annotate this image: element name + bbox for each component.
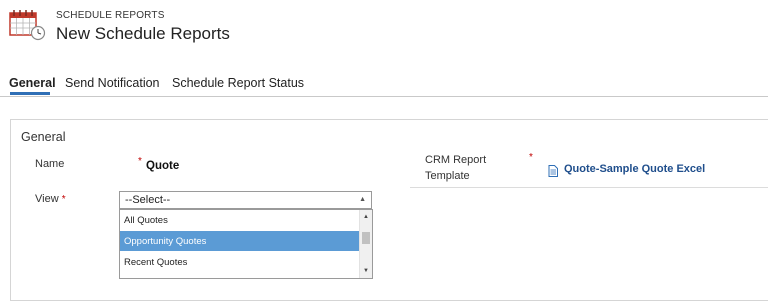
view-select-value: --Select--: [125, 194, 171, 206]
tab-bar: General Send Notification Schedule Repor…: [0, 74, 768, 97]
name-required-marker: *: [138, 156, 142, 167]
scroll-up-icon[interactable]: ▲: [360, 212, 372, 222]
view-select[interactable]: --Select-- ▲: [119, 191, 372, 209]
section-title: General: [21, 130, 66, 144]
scrollbar-thumb[interactable]: [362, 232, 370, 244]
page-title: New Schedule Reports: [56, 24, 230, 43]
name-label: Name: [35, 158, 65, 170]
tab-schedule-report-status[interactable]: Schedule Report Status: [172, 76, 304, 90]
option-recent-quotes[interactable]: Recent Quotes: [120, 252, 361, 272]
chevron-up-icon: ▲: [359, 196, 366, 203]
scroll-down-icon[interactable]: ▼: [360, 266, 372, 276]
view-options-list[interactable]: All Quotes Opportunity Quotes Recent Quo…: [119, 209, 373, 279]
template-label-line1: CRM Report: [425, 154, 487, 166]
list-scrollbar[interactable]: ▲ ▼: [359, 210, 372, 278]
tab-send-notification[interactable]: Send Notification: [65, 76, 160, 90]
active-tab-indicator: [10, 92, 50, 95]
option-all-quotes[interactable]: All Quotes: [120, 210, 361, 230]
option-opportunity-quotes[interactable]: Opportunity Quotes: [120, 231, 361, 251]
document-icon: [548, 164, 558, 177]
view-label: View *: [35, 193, 66, 205]
template-label-line2: Template: [425, 170, 470, 182]
view-required-marker: *: [61, 194, 66, 205]
template-lookup-link[interactable]: Quote-Sample Quote Excel: [564, 163, 705, 175]
name-field[interactable]: Quote: [146, 160, 179, 172]
entity-type-label: SCHEDULE REPORTS: [56, 10, 165, 21]
tab-general[interactable]: General: [9, 76, 56, 90]
calendar-report-icon: [9, 9, 46, 41]
template-required-marker: *: [529, 152, 533, 163]
view-label-text: View: [35, 193, 59, 205]
field-divider: [410, 187, 768, 188]
